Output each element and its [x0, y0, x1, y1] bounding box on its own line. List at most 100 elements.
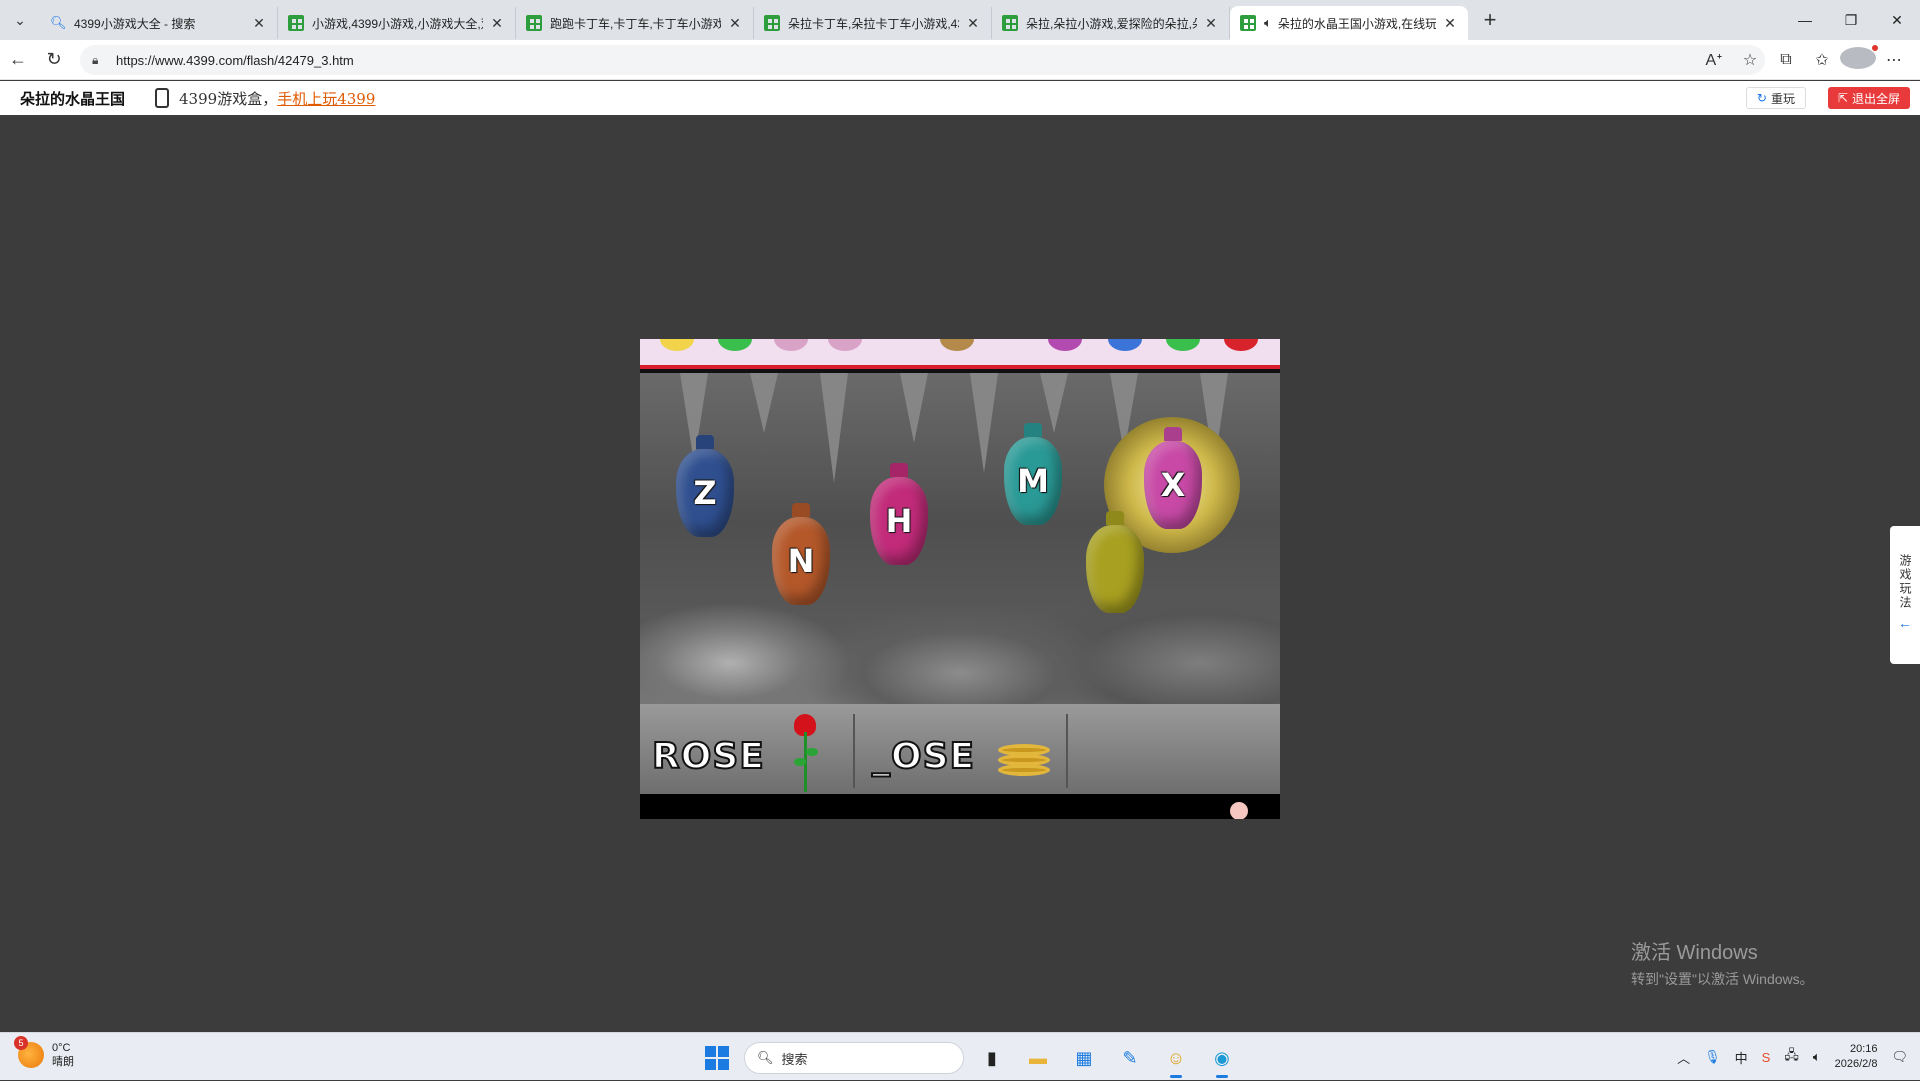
weather-condition: 晴朗: [52, 1056, 74, 1068]
tab-close-icon[interactable]: ✕: [965, 15, 981, 32]
stalactite: [900, 373, 928, 443]
search-icon: 🔍︎: [757, 1050, 774, 1065]
browser-tab[interactable]: 朵拉,朵拉小游戏,爱探险的朵拉,朵 ✕: [992, 7, 1230, 39]
site-grid-icon: [288, 15, 304, 31]
minimize-icon[interactable]: —: [1782, 0, 1828, 40]
url-field[interactable]: 🔒︎ https://www.4399.com/flash/42479_3.ht…: [80, 45, 1765, 75]
tab-list-chevron-icon[interactable]: ⌄: [0, 0, 40, 40]
letter-gem-x[interactable]: X: [1144, 441, 1202, 529]
word-rose: ROSE: [651, 735, 765, 778]
browser-tab[interactable]: 朵拉卡丁车,朵拉卡丁车小游戏,439 ✕: [754, 7, 992, 39]
search-placeholder: 搜索: [781, 1051, 808, 1067]
tab-close-icon[interactable]: ✕: [1442, 15, 1458, 32]
activate-windows-watermark: 激活 Windows 转到"设置"以激活 Windows。: [1631, 936, 1814, 989]
tab-close-icon[interactable]: ✕: [727, 15, 743, 32]
weather-widget[interactable]: 5 0°C 晴朗: [14, 1036, 74, 1069]
taskbar: 5 0°C 晴朗 🔍︎ 搜索 ▮ ▬ ▦ ✎ ☺ ◉ ︿ 🎙︎ 中 S 🖧︎ 🔈…: [0, 1032, 1920, 1080]
new-tab-button[interactable]: +: [1472, 7, 1508, 33]
game-toolbar-item[interactable]: [1166, 339, 1200, 351]
game-toolbar-item[interactable]: [1224, 339, 1258, 351]
game-toolbar-item[interactable]: [828, 339, 862, 351]
letter-gem-z[interactable]: Z: [676, 449, 734, 537]
game-app-icon[interactable]: ☺: [1158, 1040, 1194, 1078]
letter-gem-n[interactable]: N: [772, 517, 830, 605]
clock-time: 20:16: [1849, 1043, 1878, 1055]
tab-title: 朵拉卡丁车,朵拉卡丁车小游戏,439: [788, 16, 959, 31]
game-toolbar-item[interactable]: [1108, 339, 1142, 351]
word-divider: [853, 714, 855, 788]
exit-fullscreen-button[interactable]: ⇱ 退出全屏: [1827, 87, 1910, 109]
favorites-icon[interactable]: ✩: [1804, 50, 1840, 70]
browser-tab[interactable]: 🔍︎ 4399小游戏大全 - 搜索 ✕: [40, 7, 278, 39]
site-grid-icon: [1002, 15, 1018, 31]
hose-icon: [998, 734, 1050, 784]
close-window-icon[interactable]: ✕: [1874, 0, 1920, 40]
game-toolbar-item[interactable]: [940, 339, 974, 351]
site-grid-icon: [764, 15, 780, 31]
notification-icon[interactable]: 🗨︎: [1891, 1049, 1908, 1065]
network-icon[interactable]: 🖧︎: [1784, 1046, 1799, 1068]
exit-icon: ⇱: [1837, 91, 1848, 105]
volume-icon[interactable]: 🔈︎: [1813, 1049, 1821, 1065]
whiteboard-icon[interactable]: ✎: [1112, 1040, 1148, 1076]
file-explorer-icon[interactable]: ▬: [1020, 1040, 1056, 1076]
word-tray: ROSE _OSE: [640, 704, 1280, 794]
game-bottom-strip: [640, 794, 1280, 819]
letter-gem-h[interactable]: H: [870, 477, 928, 565]
mobile-play-link[interactable]: 手机上玩4399: [277, 88, 375, 109]
temperature: 0°C: [52, 1042, 71, 1054]
favorite-star-icon[interactable]: ☆: [1732, 50, 1768, 70]
replay-label: 重玩: [1770, 91, 1795, 106]
system-tray: ︿ 🎙︎ 中 S 🖧︎ 🔈︎ 20:16 2026/2/8 🗨︎: [1677, 1033, 1908, 1081]
windows-start-icon[interactable]: [700, 1041, 734, 1075]
speaker-icon[interactable]: 🔈︎: [1264, 15, 1272, 31]
extensions-icon[interactable]: ⧉: [1768, 51, 1804, 69]
tab-close-icon[interactable]: ✕: [1203, 15, 1219, 32]
clock[interactable]: 20:16 2026/2/8: [1835, 1042, 1878, 1072]
game-toolbar-item[interactable]: [1048, 339, 1082, 351]
replay-button[interactable]: ↻ 重玩: [1745, 87, 1806, 109]
game-toolbar-item[interactable]: [718, 339, 752, 351]
microphone-icon[interactable]: 🎙︎: [1704, 1049, 1721, 1065]
crystal-cave-scene: Z N H M X: [640, 373, 1280, 704]
chevron-up-icon[interactable]: ︿: [1677, 1048, 1690, 1067]
lock-icon[interactable]: 🔒︎: [92, 53, 106, 68]
letter-gem-yellow[interactable]: [1086, 525, 1144, 613]
browser-tab[interactable]: 跑跑卡丁车,卡丁车,卡丁车小游戏, ✕: [516, 7, 754, 39]
toolbar-icons: Aᐩ ☆ ⧉ ✩ ⋯: [1696, 40, 1912, 80]
ime-indicator[interactable]: 中: [1735, 1048, 1748, 1067]
game-instructions-tab[interactable]: 游戏玩法 ←: [1890, 526, 1920, 664]
search-icon: 🔍︎: [50, 15, 67, 30]
window-controls: — ❐ ✕: [1782, 0, 1920, 40]
game-canvas[interactable]: Z N H M X ROSE _OSE: [640, 339, 1280, 819]
game-toolbar-item[interactable]: [774, 339, 808, 351]
site-grid-icon: [1240, 15, 1256, 31]
taskbar-search[interactable]: 🔍︎ 搜索: [744, 1042, 964, 1074]
edge-browser-icon[interactable]: ◉: [1204, 1040, 1240, 1078]
letter-gem-m[interactable]: M: [1004, 437, 1062, 525]
back-arrow-icon[interactable]: ←: [0, 49, 36, 70]
profile-avatar[interactable]: [1840, 44, 1878, 74]
reload-icon[interactable]: ↻: [36, 49, 72, 70]
sogou-input-icon[interactable]: S: [1762, 1050, 1771, 1065]
site-grid-icon: [526, 15, 542, 31]
tab-close-icon[interactable]: ✕: [251, 15, 267, 32]
restore-icon[interactable]: ❐: [1828, 0, 1874, 40]
phone-icon: [155, 88, 170, 108]
rose-icon: [790, 714, 820, 794]
microsoft-store-icon[interactable]: ▦: [1066, 1040, 1102, 1076]
browser-tab-active[interactable]: 🔈︎ 朵拉的水晶王国小游戏,在线玩 ✕: [1230, 6, 1468, 40]
game-toolbar-item[interactable]: [660, 339, 694, 351]
stalactite: [820, 373, 848, 483]
more-menu-icon[interactable]: ⋯: [1876, 50, 1912, 70]
url-text: https://www.4399.com/flash/42479_3.htm: [116, 52, 354, 68]
read-aloud-icon[interactable]: Aᐩ: [1696, 50, 1732, 70]
exit-fullscreen-label: 退出全屏: [1851, 91, 1900, 106]
site-header: 朵拉的水晶王国 4399游戏盒， 手机上玩4399 ↻ 重玩 ⇱ 退出全屏: [0, 81, 1920, 115]
tab-title: 朵拉,朵拉小游戏,爱探险的朵拉,朵: [1026, 16, 1197, 31]
game-cursor-dot: [1230, 802, 1248, 819]
task-view-icon[interactable]: ▮: [974, 1040, 1010, 1076]
watermark-title: 激活 Windows: [1631, 942, 1758, 964]
browser-tab[interactable]: 小游戏,4399小游戏,小游戏大全,双 ✕: [278, 7, 516, 39]
tab-close-icon[interactable]: ✕: [489, 15, 505, 32]
